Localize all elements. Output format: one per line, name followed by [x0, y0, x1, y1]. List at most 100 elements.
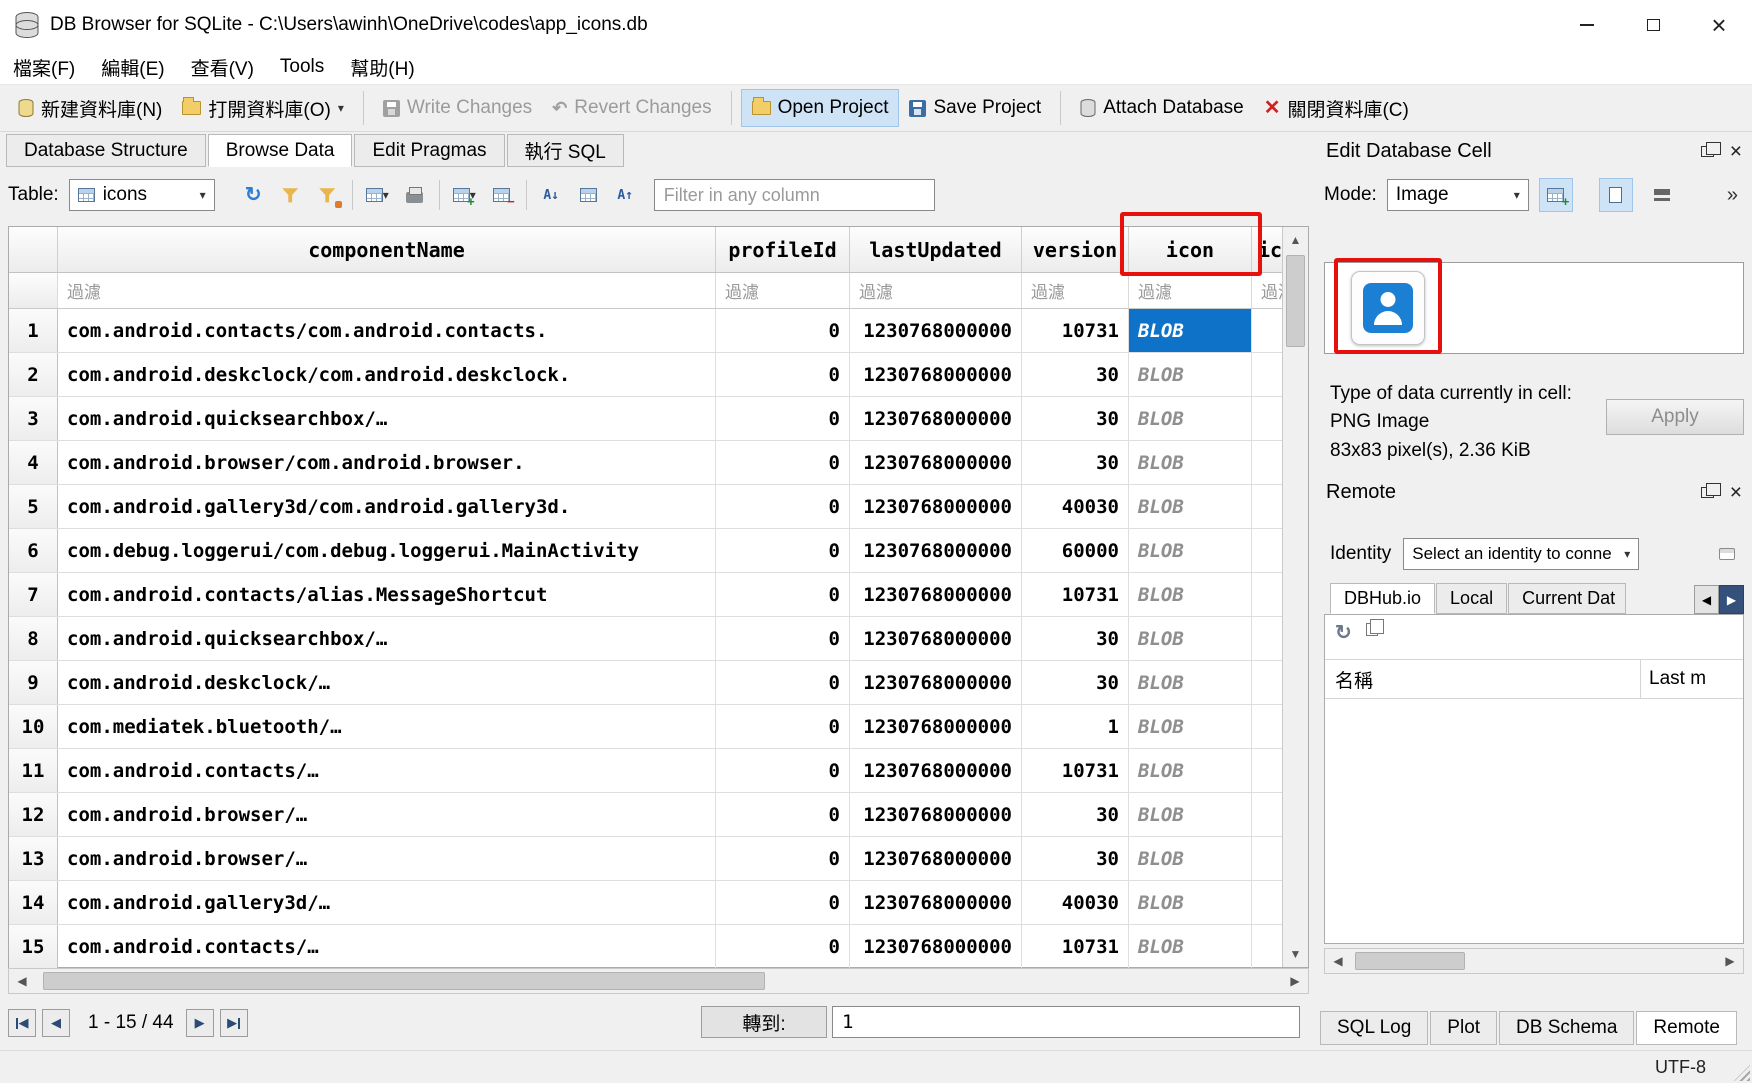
apply-button[interactable]: Apply	[1606, 399, 1744, 435]
cell-version[interactable]: 60000	[1022, 529, 1129, 572]
cell-profileid[interactable]: 0	[716, 353, 850, 396]
cell-partial[interactable]	[1252, 837, 1282, 880]
close-panel-icon[interactable]: ×	[1730, 141, 1742, 162]
write-changes-button[interactable]: Write Changes	[373, 90, 542, 126]
cell-componentname[interactable]: com.android.contacts/alias.MessageShortc…	[58, 573, 716, 616]
goto-input[interactable]	[832, 1006, 1300, 1038]
cell-componentname[interactable]: com.debug.loggerui/com.debug.loggerui.Ma…	[58, 529, 716, 572]
cell-icon[interactable]: BLOB	[1129, 793, 1252, 836]
scroll-down-button[interactable]: ▼	[1283, 941, 1308, 967]
cell-profileid[interactable]: 0	[716, 441, 850, 484]
cell-componentname[interactable]: com.android.deskclock/…	[58, 661, 716, 704]
menu-item-tools[interactable]: Tools	[267, 50, 337, 84]
cell-icon[interactable]: BLOB	[1129, 353, 1252, 396]
hscroll-thumb[interactable]	[1355, 952, 1465, 970]
cell-componentname[interactable]: com.android.browser/com.android.browser.	[58, 441, 716, 484]
cell-version[interactable]: 10731	[1022, 925, 1129, 968]
cell-componentname[interactable]: com.mediatek.bluetooth/…	[58, 705, 716, 748]
cell-version[interactable]: 40030	[1022, 485, 1129, 528]
cell-profileid[interactable]: 0	[716, 925, 850, 968]
menu-item-help[interactable]: 幫助(H)	[337, 50, 427, 84]
cell-componentname[interactable]: com.android.contacts/…	[58, 749, 716, 792]
tree-header-name[interactable]: 名稱	[1325, 660, 1641, 698]
filter-cell-partial[interactable]: 過濾	[1252, 273, 1282, 308]
insert-record-button[interactable]: +▾	[446, 178, 483, 212]
clear-filters-button[interactable]	[272, 178, 309, 212]
cell-componentname[interactable]: com.android.browser/…	[58, 837, 716, 880]
filter-cell-version[interactable]: 過濾	[1022, 273, 1129, 308]
scroll-right-button[interactable]: ▶	[1717, 949, 1743, 973]
panel-overflow-button[interactable]: »	[1727, 184, 1738, 207]
tree-header-lastmodified[interactable]: Last m	[1641, 668, 1743, 690]
tab-database-structure[interactable]: Database Structure	[6, 134, 206, 167]
undock-icon[interactable]	[1701, 487, 1714, 498]
cell-version[interactable]: 10731	[1022, 309, 1129, 352]
cell-partial[interactable]	[1252, 793, 1282, 836]
column-header-icon[interactable]: icon	[1129, 227, 1252, 272]
filter-conditions-button[interactable]	[309, 178, 346, 212]
cell-icon[interactable]: BLOB	[1129, 749, 1252, 792]
cell-lastupdated[interactable]: 1230768000000	[850, 837, 1022, 880]
cell-lastupdated[interactable]: 1230768000000	[850, 617, 1022, 660]
tab-edit-pragmas[interactable]: Edit Pragmas	[354, 134, 504, 167]
remote-tab-dbhub[interactable]: DBHub.io	[1330, 583, 1435, 614]
identity-select[interactable]: Select an identity to conne ▾	[1403, 538, 1639, 570]
scroll-up-button[interactable]: ▲	[1283, 227, 1308, 253]
remote-tab-local[interactable]: Local	[1436, 583, 1507, 614]
column-header-componentname[interactable]: componentName	[58, 227, 716, 272]
menu-item-view[interactable]: 查看(V)	[178, 50, 267, 84]
cell-partial[interactable]	[1252, 705, 1282, 748]
cell-componentname[interactable]: com.android.contacts/com.android.contact…	[58, 309, 716, 352]
scroll-left-button[interactable]: ◀	[1325, 949, 1351, 973]
filter-cell-componentname[interactable]: 過濾	[58, 273, 716, 308]
cell-icon[interactable]: BLOB	[1129, 705, 1252, 748]
menu-item-edit[interactable]: 編輯(E)	[88, 50, 177, 84]
identity-cert-button[interactable]	[1710, 537, 1744, 571]
menu-item-file[interactable]: 檔案(F)	[0, 50, 88, 84]
cell-lastupdated[interactable]: 1230768000000	[850, 661, 1022, 704]
cell-componentname[interactable]: com.android.contacts/…	[58, 925, 716, 968]
remote-tab-current-database[interactable]: Current Dat	[1508, 583, 1626, 614]
cell-componentname[interactable]: com.android.gallery3d/…	[58, 881, 716, 924]
cell-icon[interactable]: BLOB	[1129, 397, 1252, 440]
minimize-button[interactable]	[1554, 0, 1620, 50]
cell-lastupdated[interactable]: 1230768000000	[850, 749, 1022, 792]
filter-cell-lastupdated[interactable]: 過濾	[850, 273, 1022, 308]
cell-profileid[interactable]: 0	[716, 881, 850, 924]
export-table-button[interactable]: ▾	[359, 178, 396, 212]
tab-scroll-right-button[interactable]: ▶	[1719, 585, 1744, 614]
revert-changes-button[interactable]: ↶ Revert Changes	[542, 90, 721, 126]
open-project-button[interactable]: Open Project	[741, 89, 900, 127]
text-mode-button[interactable]	[1599, 178, 1633, 212]
delete-record-button[interactable]: −	[483, 178, 520, 212]
cell-profileid[interactable]: 0	[716, 573, 850, 616]
prev-page-button[interactable]: ◀	[42, 1009, 70, 1037]
remote-refresh-icon[interactable]: ↻	[1335, 623, 1352, 643]
cell-profileid[interactable]: 0	[716, 837, 850, 880]
cell-partial[interactable]	[1252, 661, 1282, 704]
cell-version[interactable]: 30	[1022, 661, 1129, 704]
cell-partial[interactable]	[1252, 485, 1282, 528]
cell-partial[interactable]	[1252, 925, 1282, 968]
cell-icon[interactable]: BLOB	[1129, 617, 1252, 660]
save-project-button[interactable]: Save Project	[899, 90, 1051, 126]
close-button[interactable]: ×	[1686, 0, 1752, 50]
cell-profileid[interactable]: 0	[716, 529, 850, 572]
cell-icon[interactable]: BLOB	[1129, 441, 1252, 484]
cell-componentname[interactable]: com.android.deskclock/com.android.deskcl…	[58, 353, 716, 396]
dock-tab-db-schema[interactable]: DB Schema	[1499, 1011, 1634, 1045]
cell-profileid[interactable]: 0	[716, 705, 850, 748]
tab-browse-data[interactable]: Browse Data	[208, 134, 353, 167]
cell-partial[interactable]	[1252, 397, 1282, 440]
filter-cell-profileid[interactable]: 過濾	[716, 273, 850, 308]
cell-icon[interactable]: BLOB	[1129, 925, 1252, 968]
cell-componentname[interactable]: com.android.gallery3d/com.android.galler…	[58, 485, 716, 528]
open-database-button[interactable]: 打開資料庫(O) ▾	[172, 88, 353, 129]
cell-profileid[interactable]: 0	[716, 661, 850, 704]
chevron-down-icon[interactable]: ▾	[338, 101, 344, 115]
tab-execute-sql[interactable]: 執行 SQL	[507, 134, 624, 167]
cell-lastupdated[interactable]: 1230768000000	[850, 485, 1022, 528]
cell-icon[interactable]: BLOB	[1129, 485, 1252, 528]
cell-lastupdated[interactable]: 1230768000000	[850, 793, 1022, 836]
cell-componentname[interactable]: com.android.browser/…	[58, 793, 716, 836]
